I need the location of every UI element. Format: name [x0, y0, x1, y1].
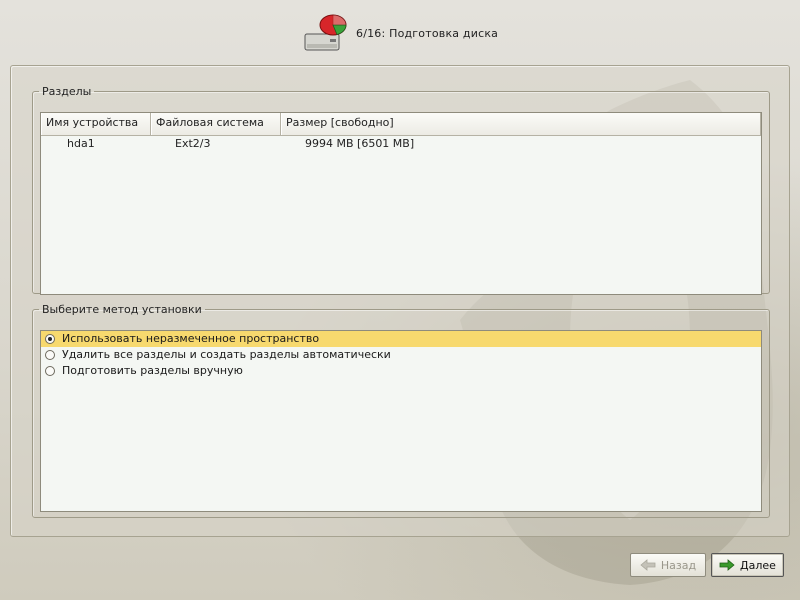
table-row[interactable]: hda1 Ext2/3 9994 MB [6501 MB] [41, 136, 761, 152]
install-method-legend: Выберите метод установки [42, 303, 202, 316]
install-method-group: Выберите метод установки Использовать не… [32, 303, 770, 518]
option-label: Удалить все разделы и создать разделы ав… [62, 348, 391, 361]
option-use-free-space[interactable]: Использовать неразмеченное пространство [41, 331, 761, 347]
partitions-table[interactable]: Имя устройства Файловая система Размер [… [40, 112, 762, 295]
next-button[interactable]: Далее [711, 553, 784, 577]
main-panel: Разделы Имя устройства Файловая система … [10, 65, 790, 537]
next-label: Далее [740, 558, 776, 572]
back-label: Назад [660, 558, 697, 572]
option-manual-partition[interactable]: Подготовить разделы вручную [41, 363, 761, 379]
radio-button[interactable] [45, 350, 55, 360]
option-label: Подготовить разделы вручную [62, 364, 243, 377]
install-method-list: Использовать неразмеченное пространство … [40, 330, 762, 512]
cell-size: 9994 MB [6501 MB] [305, 137, 415, 150]
header: 6/16: Подготовка диска [0, 0, 800, 66]
partitions-group: Разделы Имя устройства Файловая система … [32, 85, 770, 295]
back-button[interactable]: Назад [630, 553, 706, 577]
option-label: Использовать неразмеченное пространство [62, 332, 320, 345]
arrow-left-icon [640, 559, 656, 571]
column-header-device[interactable]: Имя устройства [41, 113, 151, 135]
partitions-legend: Разделы [42, 85, 92, 98]
cell-filesystem: Ext2/3 [175, 137, 211, 150]
column-header-size[interactable]: Размер [свободно] [281, 113, 761, 135]
arrow-right-icon [719, 559, 735, 571]
radio-button[interactable] [45, 334, 55, 344]
table-header: Имя устройства Файловая система Размер [… [41, 113, 761, 136]
column-header-filesystem[interactable]: Файловая система [151, 113, 281, 135]
radio-button[interactable] [45, 366, 55, 376]
option-delete-all-auto[interactable]: Удалить все разделы и создать разделы ав… [41, 347, 761, 363]
cell-device: hda1 [67, 137, 95, 150]
page-title: 6/16: Подготовка диска [356, 27, 499, 40]
disk-partition-icon [304, 14, 347, 51]
